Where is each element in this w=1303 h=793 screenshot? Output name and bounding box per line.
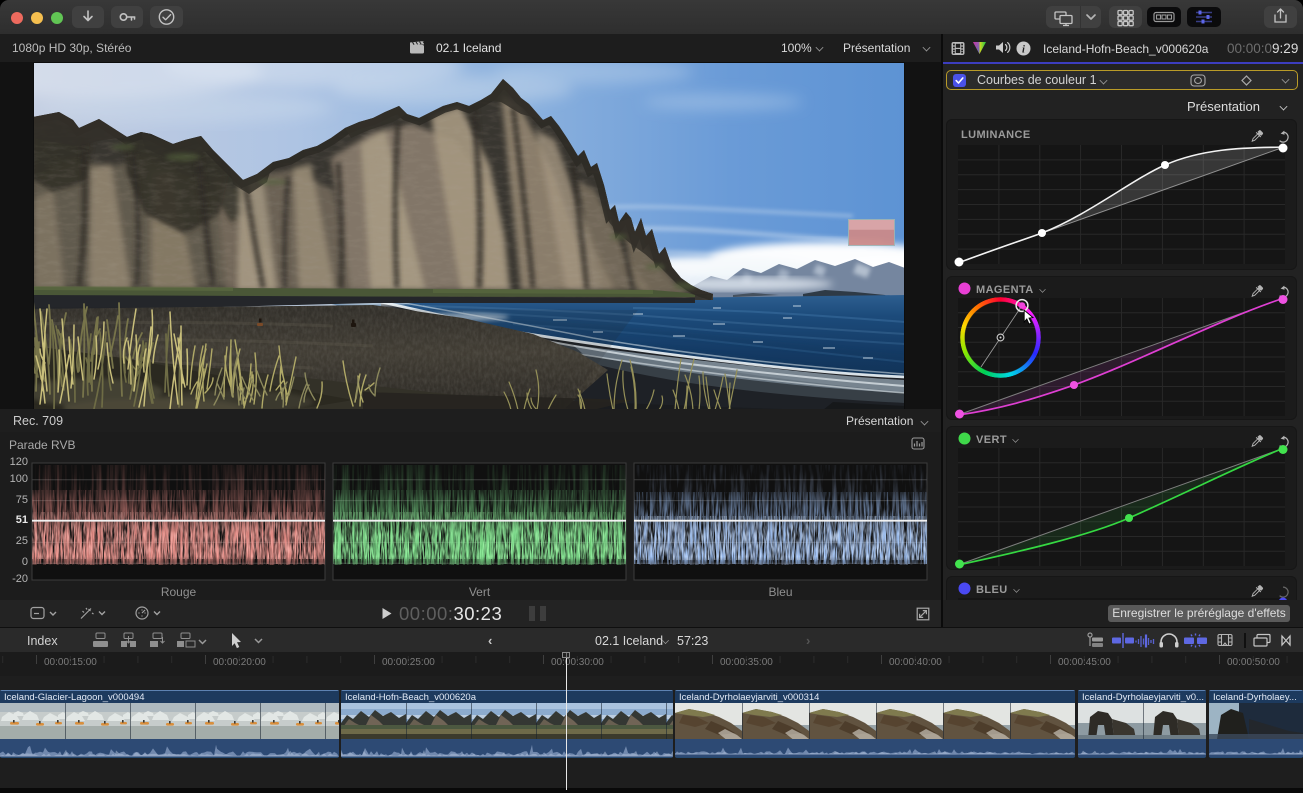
svg-text:i: i xyxy=(1022,44,1025,55)
